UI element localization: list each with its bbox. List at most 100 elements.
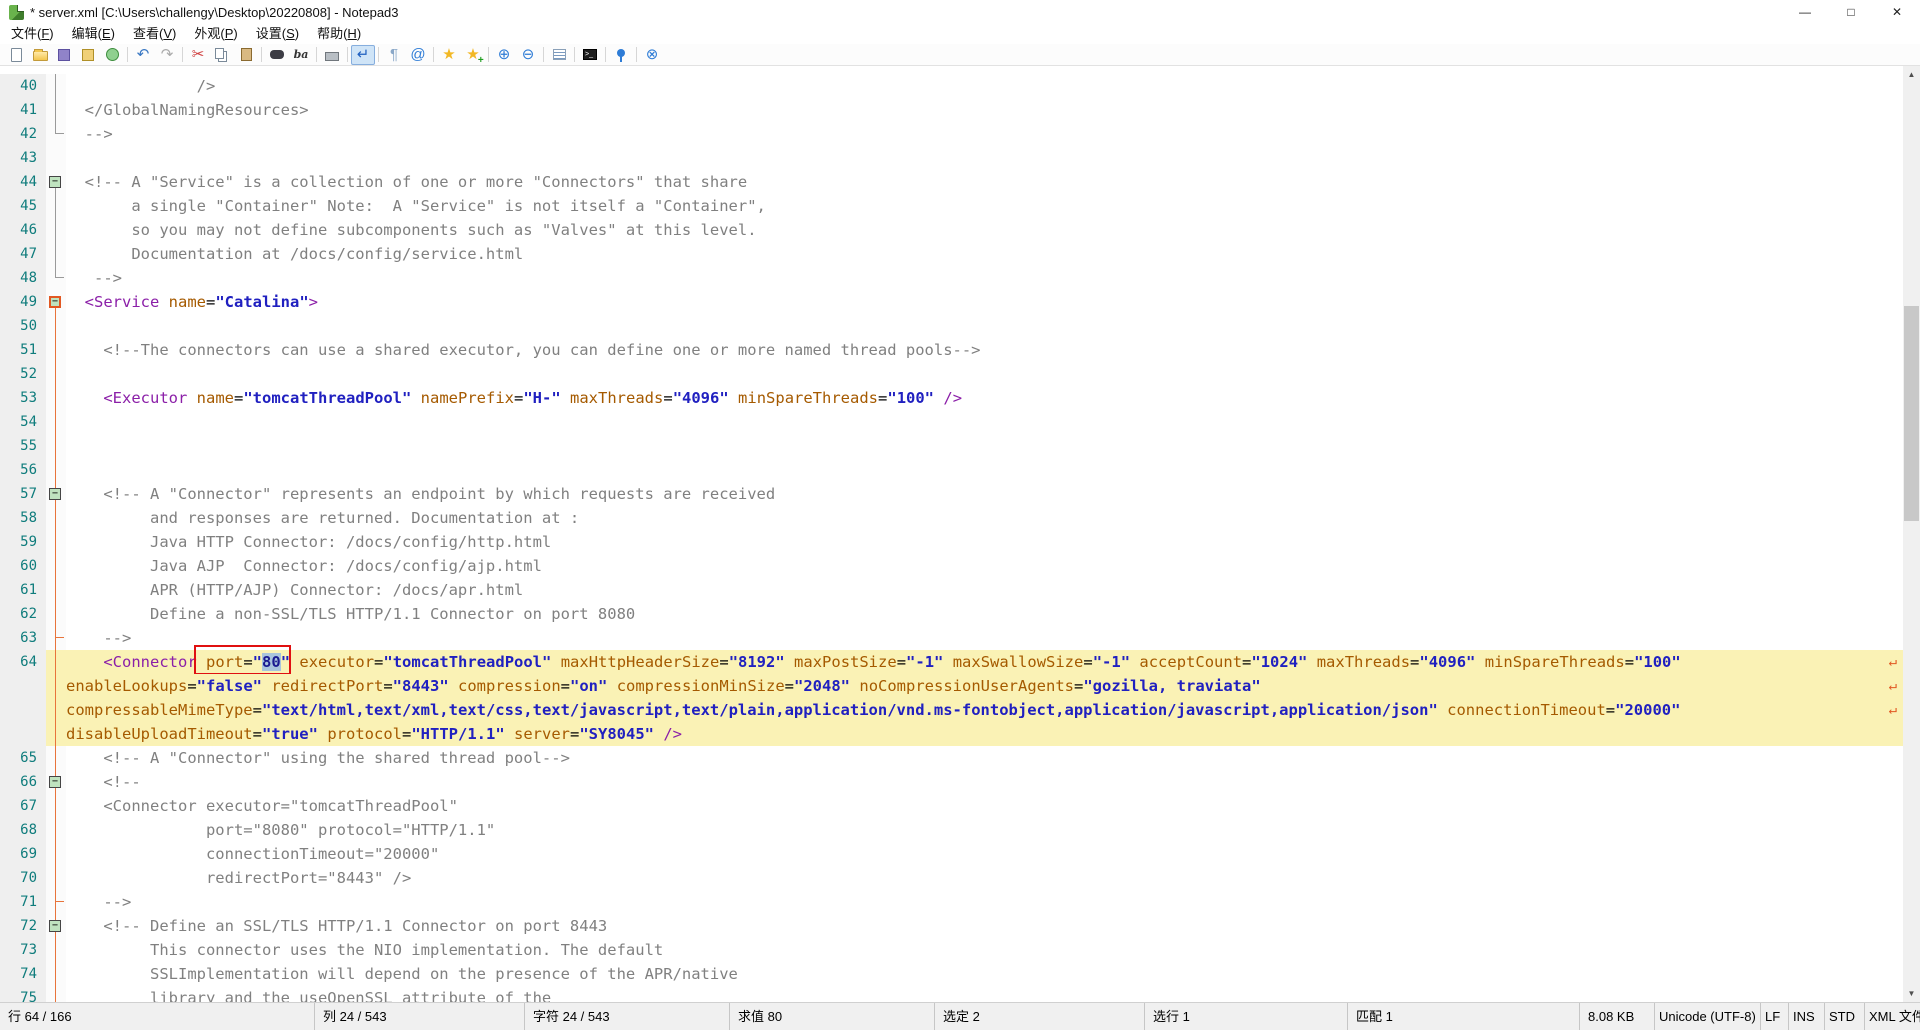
code-text[interactable]: --> [66, 122, 1903, 146]
fold-toggle-icon[interactable]: − [49, 176, 61, 188]
status-insert-mode[interactable]: INS [1789, 1003, 1825, 1030]
code-text[interactable] [66, 146, 1903, 170]
code-row-56[interactable]: 56 [0, 458, 1903, 482]
scrollbar-thumb[interactable] [1904, 306, 1919, 521]
code-text[interactable]: disableUploadTimeout="true" protocol="HT… [66, 722, 1903, 746]
code-row-51[interactable]: 51 <!--The connectors can use a shared e… [0, 338, 1903, 362]
code-row-55[interactable]: 55 [0, 434, 1903, 458]
code-row-43[interactable]: 43 [0, 146, 1903, 170]
code-text[interactable]: This connector uses the NIO implementati… [66, 938, 1903, 962]
code-text[interactable] [66, 410, 1903, 434]
code-text[interactable]: <!--The connectors can use a shared exec… [66, 338, 1903, 362]
save-as-button[interactable] [76, 45, 100, 65]
code-rows[interactable]: 40 />41 </GlobalNamingResources>42 -->43… [0, 74, 1903, 1002]
code-text[interactable] [66, 434, 1903, 458]
fold-margin[interactable] [46, 458, 66, 482]
fold-margin[interactable] [46, 194, 66, 218]
print-button[interactable] [320, 45, 344, 65]
encoding-button[interactable]: @ [406, 45, 430, 65]
code-text[interactable]: <!-- A "Connector" using the shared thre… [66, 746, 1903, 770]
fold-margin[interactable] [46, 938, 66, 962]
code-text[interactable]: <!-- A "Service" is a collection of one … [66, 170, 1903, 194]
open-file-button[interactable] [28, 45, 52, 65]
code-row-52[interactable]: 52 [0, 362, 1903, 386]
code-text[interactable]: Documentation at /docs/config/service.ht… [66, 242, 1903, 266]
show-whitespace-button[interactable]: ¶ [382, 45, 406, 65]
code-text[interactable] [66, 314, 1903, 338]
add-favorite-button[interactable]: ★+ [461, 45, 485, 65]
code-text[interactable]: APR (HTTP/AJP) Connector: /docs/apr.html [66, 578, 1903, 602]
scroll-up-arrow-icon[interactable]: ▲ [1903, 66, 1920, 83]
close-button[interactable]: ✕ [1874, 0, 1920, 24]
code-text[interactable]: Define a non-SSL/TLS HTTP/1.1 Connector … [66, 602, 1903, 626]
scheme-button[interactable] [547, 45, 571, 65]
code-text[interactable]: /> [66, 74, 1903, 98]
code-text[interactable]: <!-- [66, 770, 1903, 794]
new-file-button[interactable] [4, 45, 28, 65]
code-row-wrap[interactable]: compressableMimeType="text/html,text/xml… [0, 698, 1903, 722]
code-row-48[interactable]: 48 --> [0, 266, 1903, 290]
fold-margin[interactable] [46, 410, 66, 434]
code-row-62[interactable]: 62 Define a non-SSL/TLS HTTP/1.1 Connect… [0, 602, 1903, 626]
fold-margin[interactable] [46, 890, 66, 914]
code-row-67[interactable]: 67 <Connector executor="tomcatThreadPool… [0, 794, 1903, 818]
menu-item-H[interactable]: 帮助(H) [308, 24, 370, 44]
code-text[interactable]: compressableMimeType="text/html,text/xml… [66, 698, 1903, 722]
fold-margin[interactable] [46, 818, 66, 842]
code-text[interactable]: <Connector executor="tomcatThreadPool" [66, 794, 1903, 818]
code-row-46[interactable]: 46 so you may not define subcomponents s… [0, 218, 1903, 242]
code-row-50[interactable]: 50 [0, 314, 1903, 338]
fold-margin[interactable] [46, 794, 66, 818]
code-text[interactable]: </GlobalNamingResources> [66, 98, 1903, 122]
code-text[interactable]: port="8080" protocol="HTTP/1.1" [66, 818, 1903, 842]
fold-margin[interactable] [46, 146, 66, 170]
fold-margin[interactable] [46, 434, 66, 458]
code-row-73[interactable]: 73 This connector uses the NIO implement… [0, 938, 1903, 962]
status-eol-mode[interactable]: LF [1761, 1003, 1789, 1030]
code-row-75[interactable]: 75 library and the useOpenSSL attribute … [0, 986, 1903, 1002]
code-row-65[interactable]: 65 <!-- A "Connector" using the shared t… [0, 746, 1903, 770]
code-text[interactable]: --> [66, 266, 1903, 290]
scroll-down-arrow-icon[interactable]: ▼ [1903, 985, 1920, 1002]
fold-margin[interactable] [46, 338, 66, 362]
code-text[interactable]: Java HTTP Connector: /docs/config/http.h… [66, 530, 1903, 554]
code-text[interactable]: <Executor name="tomcatThreadPool" namePr… [66, 386, 1903, 410]
fold-margin[interactable] [46, 602, 66, 626]
code-text[interactable]: so you may not define subcomponents such… [66, 218, 1903, 242]
code-row-70[interactable]: 70 redirectPort="8443" /> [0, 866, 1903, 890]
fold-margin[interactable] [46, 554, 66, 578]
code-text[interactable]: enableLookups="false" redirectPort="8443… [66, 674, 1903, 698]
cut-button[interactable]: ✂ [186, 45, 210, 65]
code-row-44[interactable]: 44− <!-- A "Service" is a collection of … [0, 170, 1903, 194]
copy-button[interactable] [210, 45, 234, 65]
fold-margin[interactable] [46, 74, 66, 98]
fold-margin[interactable]: − [46, 914, 66, 938]
code-text[interactable]: and responses are returned. Documentatio… [66, 506, 1903, 530]
fold-margin[interactable] [46, 650, 66, 674]
menu-item-V[interactable]: 查看(V) [124, 24, 185, 44]
code-row-68[interactable]: 68 port="8080" protocol="HTTP/1.1" [0, 818, 1903, 842]
code-text[interactable]: SSLImplementation will depend on the pre… [66, 962, 1903, 986]
find-button[interactable] [265, 45, 289, 65]
code-row-wrap[interactable]: disableUploadTimeout="true" protocol="HT… [0, 722, 1903, 746]
code-row-41[interactable]: 41 </GlobalNamingResources> [0, 98, 1903, 122]
fold-margin[interactable]: − [46, 770, 66, 794]
code-row-74[interactable]: 74 SSLImplementation will depend on the … [0, 962, 1903, 986]
recent-files-button[interactable] [100, 45, 124, 65]
code-row-wrap[interactable]: enableLookups="false" redirectPort="8443… [0, 674, 1903, 698]
fold-margin[interactable] [46, 386, 66, 410]
code-row-53[interactable]: 53 <Executor name="tomcatThreadPool" nam… [0, 386, 1903, 410]
fold-margin[interactable] [46, 314, 66, 338]
code-row-71[interactable]: 71 --> [0, 890, 1903, 914]
minimize-button[interactable]: — [1782, 0, 1828, 24]
vertical-scrollbar[interactable]: ▲ ▼ [1903, 66, 1920, 1002]
code-text[interactable] [66, 362, 1903, 386]
code-row-58[interactable]: 58 and responses are returned. Documenta… [0, 506, 1903, 530]
code-text[interactable]: <!-- Define an SSL/TLS HTTP/1.1 Connecto… [66, 914, 1903, 938]
code-row-42[interactable]: 42 --> [0, 122, 1903, 146]
fold-margin[interactable] [46, 866, 66, 890]
code-row-49[interactable]: 49− <Service name="Catalina"> [0, 290, 1903, 314]
code-row-45[interactable]: 45 a single "Container" Note: A "Service… [0, 194, 1903, 218]
fold-margin[interactable] [46, 242, 66, 266]
code-text[interactable]: library and the useOpenSSL attribute of … [66, 986, 1903, 1002]
